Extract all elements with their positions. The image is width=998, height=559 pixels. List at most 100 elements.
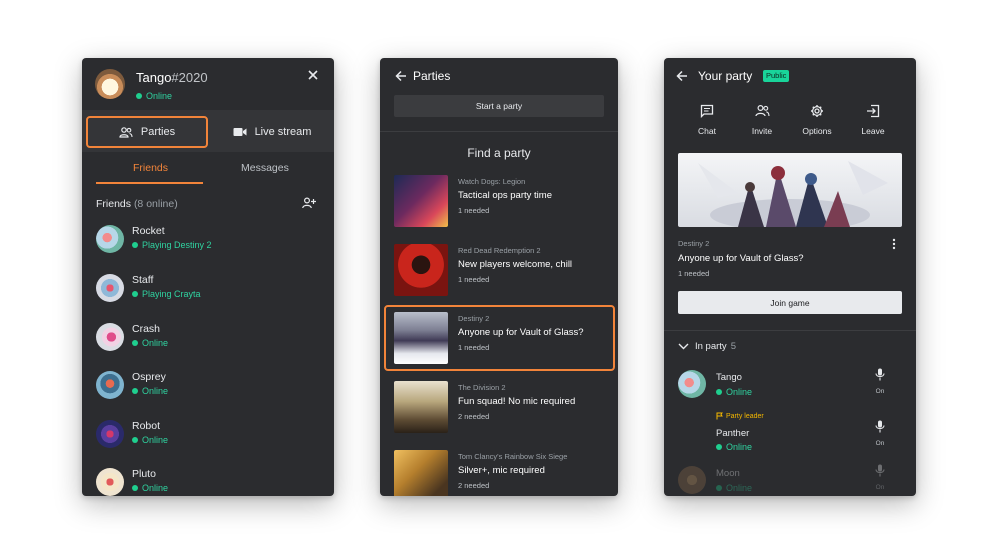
leave-icon <box>867 104 880 118</box>
mic-status[interactable]: On <box>874 420 886 447</box>
back-arrow-icon[interactable] <box>676 70 688 82</box>
game-thumbnail <box>394 244 448 296</box>
public-badge: Public <box>763 70 790 82</box>
party-title: New players welcome, chill <box>458 259 573 270</box>
friend-avatar <box>96 420 124 448</box>
party-game: Watch Dogs: Legion <box>458 177 526 186</box>
invite-action[interactable]: Invite <box>738 104 786 136</box>
in-party-count: 5 <box>730 341 736 352</box>
party-member[interactable]: Tango Online On <box>678 366 904 406</box>
friend-name: Rocket <box>132 225 165 237</box>
divider <box>664 330 916 331</box>
party-item[interactable]: Tom Clancy's Rainbow Six Siege Silver+, … <box>384 443 615 496</box>
tab-friends[interactable]: Friends <box>133 162 168 174</box>
friend-name: Robot <box>132 420 161 432</box>
friend-status: Playing Crayta <box>132 289 201 299</box>
party-needed: 1 needed <box>678 269 710 278</box>
in-party-label: In party <box>695 341 727 352</box>
member-status: Online <box>716 483 752 493</box>
game-thumbnail <box>394 312 448 364</box>
friend-item[interactable]: Crash Online <box>96 320 326 356</box>
flag-icon <box>716 412 723 420</box>
mic-status[interactable]: On <box>874 368 886 395</box>
friend-status: Playing Destiny 2 <box>132 240 212 250</box>
party-title: Anyone up for Vault of Glass? <box>458 327 584 338</box>
party-needed: 1 needed <box>458 275 490 284</box>
member-name: Tango <box>716 372 742 383</box>
user-status: Online <box>136 91 172 101</box>
invite-label: Invite <box>751 126 773 136</box>
game-thumbnail <box>394 381 448 433</box>
mic-icon <box>875 464 885 477</box>
start-party-button[interactable]: Start a party <box>394 95 604 117</box>
find-party-heading: Find a party <box>467 146 531 160</box>
friend-avatar <box>96 225 124 253</box>
active-tab-indicator <box>96 182 203 184</box>
live-stream-tab[interactable]: Live stream <box>218 116 326 148</box>
leave-action[interactable]: Leave <box>849 104 897 136</box>
member-avatar <box>678 466 706 494</box>
party-item[interactable]: Red Dead Redemption 2 New players welcom… <box>384 237 615 303</box>
party-needed: 1 needed <box>458 206 490 215</box>
mic-label: On <box>875 388 885 395</box>
user-tag: #2020 <box>171 70 208 85</box>
more-vert-icon[interactable] <box>892 238 896 250</box>
options-action[interactable]: Options <box>793 104 841 136</box>
tab-messages[interactable]: Messages <box>241 162 289 174</box>
party-needed: 2 needed <box>458 412 490 421</box>
party-item[interactable]: Watch Dogs: Legion Tactical ops party ti… <box>384 168 615 234</box>
party-needed: 2 needed <box>458 481 490 490</box>
friend-item[interactable]: Osprey Online <box>96 368 326 404</box>
close-icon[interactable] <box>306 68 320 82</box>
parties-tab[interactable]: Parties <box>86 116 208 148</box>
parties-tab-label: Parties <box>140 126 176 138</box>
friend-status: Online <box>132 435 168 445</box>
mic-icon <box>875 420 885 433</box>
page-title: Your party <box>698 69 753 83</box>
join-game-button[interactable]: Join game <box>678 291 902 314</box>
member-name: Moon <box>716 468 740 479</box>
user-avatar[interactable] <box>95 69 125 99</box>
mic-status[interactable]: On <box>874 464 886 491</box>
options-label: Options <box>802 126 832 136</box>
in-party-toggle[interactable]: In party 5 <box>678 341 736 352</box>
friends-count: (8 online) <box>133 198 178 210</box>
party-item[interactable]: The Division 2 Fun squad! No mic require… <box>384 374 615 440</box>
friend-name: Staff <box>132 274 154 286</box>
party-game: Destiny 2 <box>458 314 490 323</box>
member-status: Online <box>716 387 752 397</box>
video-camera-icon <box>233 128 247 136</box>
settings-icon <box>811 105 823 117</box>
party-title: Fun squad! No mic required <box>458 396 576 407</box>
friends-heading: Friends (8 online) <box>96 198 178 210</box>
mode-tabs: Parties Live stream <box>82 110 334 152</box>
friend-name: Crash <box>132 323 161 335</box>
friend-avatar <box>96 371 124 399</box>
destiny-artwork <box>698 161 888 227</box>
friend-item[interactable]: Staff Playing Crayta <box>96 271 326 307</box>
friend-item[interactable]: Rocket Playing Destiny 2 <box>96 222 326 258</box>
party-member[interactable]: Moon Online On <box>678 462 904 496</box>
live-stream-tab-label: Live stream <box>254 126 312 138</box>
add-person-icon[interactable] <box>302 197 316 209</box>
friend-status: Online <box>132 483 168 493</box>
chat-action[interactable]: Chat <box>683 104 731 136</box>
party-game: Destiny 2 <box>678 239 710 248</box>
friend-item[interactable]: Robot Online <box>96 417 326 453</box>
user-name: Tango#2020 <box>136 70 208 85</box>
back-arrow-icon[interactable] <box>395 70 407 82</box>
party-item-selected[interactable]: Destiny 2 Anyone up for Vault of Glass? … <box>384 305 615 371</box>
friend-avatar <box>96 274 124 302</box>
your-party-panel: Your party Public Chat Invite Options Le… <box>664 58 916 496</box>
parties-panel: Parties Start a party Find a party Watch… <box>380 58 618 496</box>
mic-label: On <box>875 440 885 447</box>
party-game: Tom Clancy's Rainbow Six Siege <box>458 452 568 461</box>
game-hero-image <box>678 153 902 227</box>
friend-avatar <box>96 468 124 496</box>
party-member[interactable]: Party leader Panther Online On <box>678 412 904 454</box>
member-avatar <box>678 420 706 448</box>
friend-item[interactable]: Pluto Online <box>96 465 326 496</box>
chat-icon <box>700 104 714 118</box>
party-needed: 1 needed <box>458 343 490 352</box>
friend-status: Online <box>132 386 168 396</box>
